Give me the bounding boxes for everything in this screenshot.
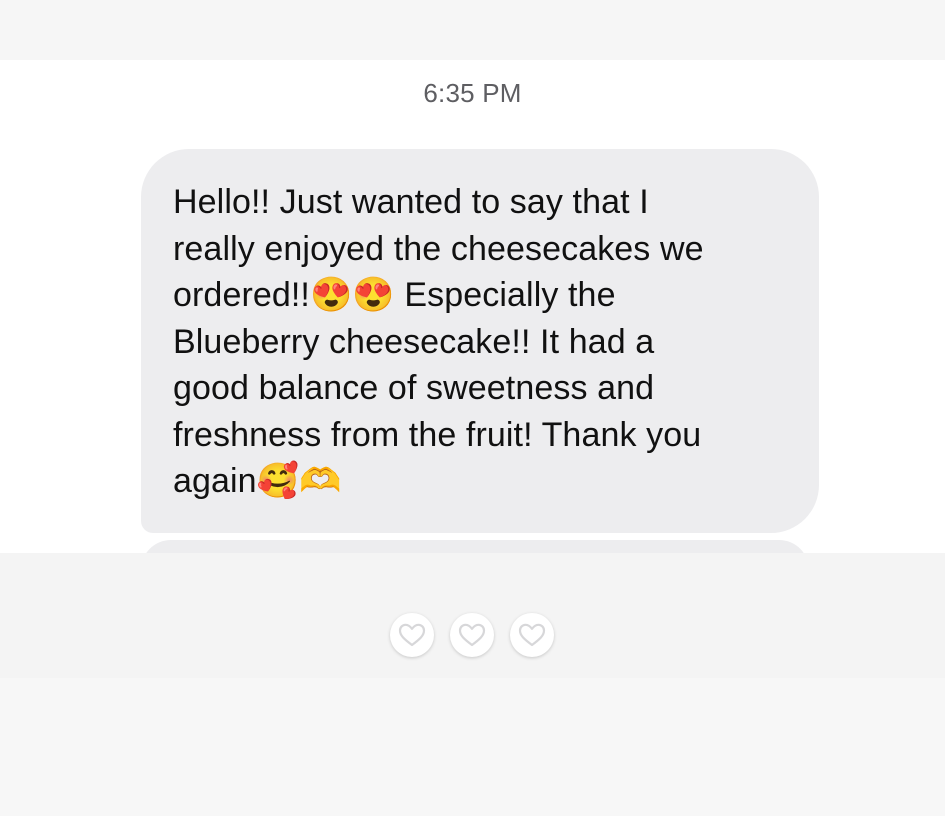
next-message-bubble[interactable] [141, 540, 809, 553]
message-text: Hello!! Just wanted to say that I really… [173, 183, 704, 500]
message-timestamp: 6:35 PM [423, 78, 522, 108]
reaction-panel-footer [0, 678, 945, 816]
heart-outline-icon[interactable] [388, 611, 436, 659]
received-message-bubble[interactable]: Hello!! Just wanted to say that I really… [141, 149, 819, 533]
heart-outline-icon[interactable] [448, 611, 496, 659]
heart-reactions [388, 611, 558, 659]
heart-outline-icon[interactable] [508, 611, 556, 659]
chat-thread[interactable]: 6:35 PM Hello!! Just wanted to say that … [0, 60, 945, 553]
top-bar [0, 0, 945, 60]
reaction-panel [0, 553, 945, 816]
